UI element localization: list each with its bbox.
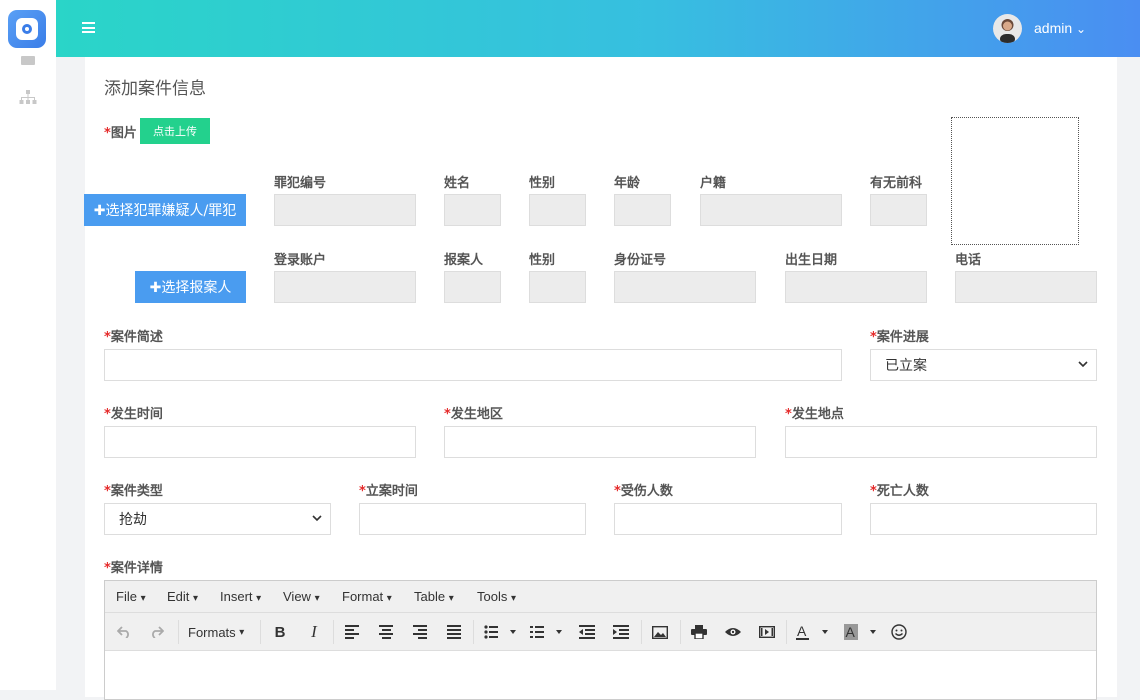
bullet-list-icon[interactable] [483, 622, 519, 642]
occur-time-label: *发生时间 [104, 407, 163, 422]
case-type-select[interactable]: 抢劫 [104, 503, 331, 535]
suspect-domicile-field [700, 194, 842, 226]
phone-field [955, 271, 1097, 303]
menu-format[interactable]: Format ▾ [342, 589, 392, 604]
filing-time-label: *立案时间 [359, 484, 418, 499]
sidebar [0, 0, 56, 690]
background-color-icon[interactable]: A [844, 622, 878, 642]
col-phone: 电话 [955, 253, 982, 268]
svg-text:A: A [846, 624, 856, 640]
text-color-icon[interactable]: A [796, 622, 830, 642]
logo-icon [16, 18, 38, 40]
occur-place-label: *发生地点 [785, 407, 844, 422]
col-reporter-gender: 性别 [529, 253, 556, 268]
upload-button[interactable]: 点击上传 [140, 118, 210, 144]
indent-icon[interactable] [612, 622, 630, 642]
username: admin [1034, 20, 1073, 36]
emoticons-icon[interactable] [890, 622, 908, 642]
chevron-down-icon: ⌄ [1076, 22, 1087, 36]
criminal-record-field [870, 194, 927, 226]
col-name: 姓名 [444, 176, 471, 191]
id-number-field [614, 271, 756, 303]
menu-insert[interactable]: Insert ▾ [220, 589, 261, 604]
case-type-value: 抢劫 [119, 512, 147, 528]
numbered-list-icon[interactable] [529, 622, 565, 642]
progress-value: 已立案 [885, 358, 927, 374]
app-logo[interactable] [8, 10, 46, 48]
filing-time-input[interactable] [359, 503, 586, 535]
bold-icon[interactable]: B [271, 622, 289, 642]
menu-file[interactable]: File ▾ [116, 589, 146, 604]
col-id-number: 身份证号 [614, 253, 667, 268]
align-justify-icon[interactable] [445, 622, 463, 642]
progress-label: *案件进展 [870, 330, 929, 345]
select-reporter-button[interactable]: ✚选择报案人 [135, 271, 246, 303]
chevron-down-icon [1078, 359, 1088, 372]
col-criminal-record: 有无前科 [870, 176, 923, 191]
col-login-account: 登录账户 [274, 253, 327, 268]
summary-label: *案件简述 [104, 330, 163, 345]
death-label: *死亡人数 [870, 484, 929, 499]
suspect-name-field [444, 194, 501, 226]
menu-edit[interactable]: Edit ▾ [167, 589, 198, 604]
redo-icon[interactable] [148, 622, 166, 642]
occur-area-input[interactable] [444, 426, 756, 458]
col-birth-date: 出生日期 [785, 253, 838, 268]
criminal-id-field [274, 194, 416, 226]
align-left-icon[interactable] [343, 622, 361, 642]
select-suspect-button[interactable]: ✚选择犯罪嫌疑人/罪犯 [84, 194, 246, 226]
photo-preview [951, 117, 1079, 245]
menu-toggle-icon[interactable] [82, 22, 95, 33]
death-input[interactable] [870, 503, 1097, 535]
undo-icon[interactable] [115, 622, 133, 642]
photo-label: *图片 [104, 126, 137, 141]
formats-dropdown[interactable]: Formats ▾ [188, 622, 244, 642]
avatar[interactable] [993, 14, 1022, 43]
col-criminal-id: 罪犯编号 [274, 176, 327, 191]
occur-area-label: *发生地区 [444, 407, 503, 422]
progress-select[interactable]: 已立案 [870, 349, 1097, 381]
rich-text-editor: File ▾ Edit ▾ Insert ▾ View ▾ Format ▾ T… [104, 580, 1097, 700]
user-menu[interactable]: admin ⌄ [1034, 20, 1086, 36]
col-reporter: 报案人 [444, 253, 484, 268]
detail-label: *案件详情 [104, 561, 163, 576]
svg-text:A: A [797, 624, 807, 639]
occur-place-input[interactable] [785, 426, 1097, 458]
login-account-field [274, 271, 416, 303]
summary-input[interactable] [104, 349, 842, 381]
sitemap-icon[interactable] [18, 90, 38, 106]
outdent-icon[interactable] [578, 622, 596, 642]
page-title: 添加案件信息 [104, 79, 206, 99]
suspect-gender-field [529, 194, 586, 226]
preview-eye-icon[interactable] [724, 622, 742, 642]
col-age: 年龄 [614, 176, 641, 191]
menu-tools[interactable]: Tools ▾ [477, 589, 516, 604]
image-icon[interactable] [651, 622, 669, 642]
case-type-label: *案件类型 [104, 484, 163, 499]
suspect-age-field [614, 194, 671, 226]
occur-time-input[interactable] [104, 426, 416, 458]
align-center-icon[interactable] [377, 622, 395, 642]
menu-view[interactable]: View ▾ [283, 589, 320, 604]
menu-table[interactable]: Table ▾ [414, 589, 454, 604]
message-icon[interactable] [18, 54, 38, 70]
chevron-down-icon [312, 513, 322, 526]
col-domicile: 户籍 [700, 176, 727, 191]
editor-toolbar: Formats ▾ B I A A [105, 613, 1096, 651]
birth-date-field [785, 271, 927, 303]
injured-label: *受伤人数 [614, 484, 673, 499]
injured-input[interactable] [614, 503, 842, 535]
align-right-icon[interactable] [411, 622, 429, 642]
col-gender: 性别 [529, 176, 556, 191]
reporter-name-field [444, 271, 501, 303]
media-icon[interactable] [758, 622, 776, 642]
top-header: admin ⌄ [56, 0, 1140, 57]
italic-icon[interactable]: I [305, 622, 323, 642]
editor-menubar: File ▾ Edit ▾ Insert ▾ View ▾ Format ▾ T… [105, 581, 1096, 613]
print-icon[interactable] [690, 622, 708, 642]
reporter-gender-field [529, 271, 586, 303]
